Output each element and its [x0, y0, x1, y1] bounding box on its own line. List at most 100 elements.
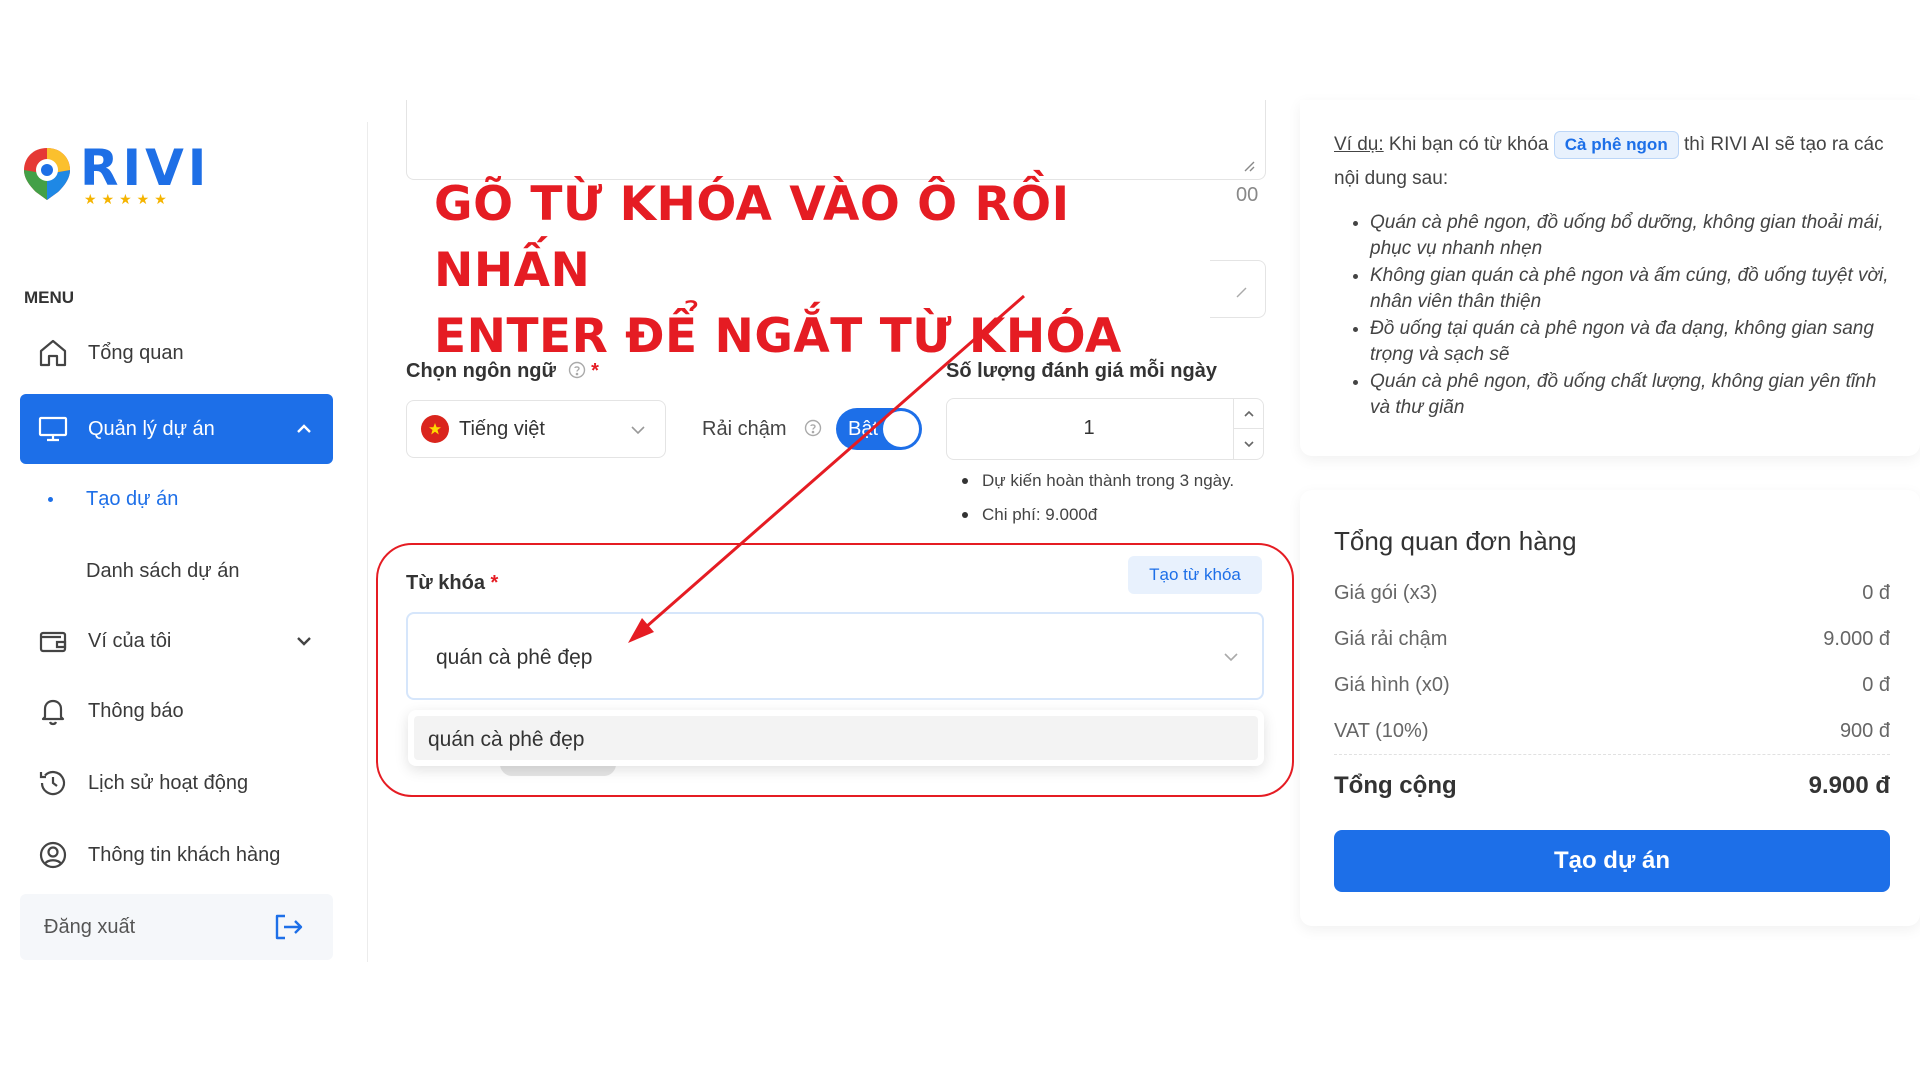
example-prefix: Ví dụ: [1334, 134, 1384, 155]
help-icon[interactable] [568, 361, 586, 379]
order-row-label: Giá rải chậm [1334, 628, 1448, 650]
order-row-value: 9.000 đ [1823, 628, 1890, 650]
keyword-suggestion-option[interactable]: quán cà phê đẹp [414, 716, 1258, 760]
order-title: Tổng quan đơn hàng [1334, 526, 1577, 556]
example-card: Ví dụ: Khi bạn có từ khóa Cà phê ngon th… [1300, 100, 1920, 456]
sidebar-item-notifications[interactable]: Thông báo [20, 684, 333, 738]
keyword-suggestion-dropdown: quán cà phê đẹp [408, 710, 1264, 766]
decrement-button[interactable] [1234, 429, 1263, 459]
qty-note: Dự kiến hoàn thành trong 3 ngày. [962, 468, 1234, 502]
sidebar-item-customer-info[interactable]: Thông tin khách hàng [20, 828, 333, 882]
toggle-knob [883, 411, 919, 447]
example-item: Quán cà phê ngon, đồ uống bổ dưỡng, khôn… [1370, 210, 1890, 262]
chevron-up-icon [1243, 410, 1254, 417]
wallet-icon [36, 624, 70, 658]
instruction-annotation: GÕ TỪ KHÓA VÀO Ô RỒI NHẤN ENTER ĐỂ NGẮT … [434, 172, 1234, 370]
toggle-label: Bật [848, 417, 879, 440]
active-dot-icon [48, 497, 53, 502]
order-row-label: Giá hình (x0) [1334, 674, 1450, 696]
sidebar-item-project-management[interactable]: Quản lý dự án [20, 394, 333, 464]
keyword-input[interactable]: quán cà phê đẹp [406, 612, 1264, 700]
order-total: Tổng cộng 9.900 đ [1334, 772, 1890, 800]
sidebar-item-overview[interactable]: Tổng quan [20, 326, 333, 380]
language-label-text: Chọn ngôn ngữ [406, 360, 556, 382]
bell-icon [36, 694, 70, 728]
vietnam-flag-icon [421, 415, 449, 443]
help-icon[interactable] [804, 419, 822, 437]
create-project-button[interactable]: Tạo dự án [1334, 830, 1890, 892]
chevron-down-icon [1222, 648, 1240, 666]
slow-drip-label: Rải chậm [702, 418, 822, 441]
history-icon [36, 766, 70, 800]
qty-stepper[interactable] [1233, 399, 1263, 459]
home-icon [36, 336, 70, 370]
brand-name: RIVI [80, 139, 211, 197]
order-row-images: Giá hình (x0) 0 đ [1334, 674, 1890, 697]
sidebar-item-label: Quản lý dự án [88, 417, 215, 440]
map-pin-logo-icon [18, 144, 76, 202]
order-row-vat: VAT (10%) 900 đ [1334, 720, 1890, 743]
sidebar-item-label: Tổng quan [88, 341, 184, 364]
order-row-value: 0 đ [1862, 582, 1890, 604]
monitor-icon [36, 412, 70, 446]
language-value: Tiếng việt [459, 417, 545, 440]
example-intro: Ví dụ: Khi bạn có từ khóa Cà phê ngon th… [1334, 128, 1894, 196]
rivi-logo[interactable]: RIVI ★★★★★ [18, 139, 211, 206]
qty-notes: Dự kiến hoàn thành trong 3 ngày. Chi phí… [962, 468, 1234, 536]
annotation-line-1: GÕ TỪ KHÓA VÀO Ô RỒI NHẤN [434, 177, 1070, 298]
daily-review-qty-label: Số lượng đánh giá mỗi ngày [946, 360, 1217, 382]
sidebar-item-label: Lịch sử hoạt động [88, 771, 249, 794]
keyword-label-text: Từ khóa [406, 572, 485, 594]
order-row-value: 0 đ [1862, 674, 1890, 696]
order-row-value: 900 đ [1839, 720, 1890, 742]
resize-handle-icon[interactable] [1235, 285, 1247, 298]
sidebar-item-wallet[interactable]: Ví của tôi [20, 614, 333, 668]
language-select[interactable]: Tiếng việt [406, 400, 666, 458]
keyword-input-value: quán cà phê đẹp [436, 646, 593, 669]
qty-value: 1 [1083, 417, 1095, 439]
language-label: Chọn ngôn ngữ * [406, 360, 599, 383]
logout-button[interactable]: Đăng xuất [20, 894, 333, 960]
logout-label: Đăng xuất [44, 915, 136, 938]
order-total-value: 9.900 đ [1808, 772, 1890, 799]
slow-drip-toggle[interactable]: Bật [836, 408, 922, 450]
example-item: Không gian quán cà phê ngon và ấm cúng, … [1370, 263, 1890, 315]
sidebar-item-label: Thông báo [88, 699, 184, 722]
example-item: Đồ uống tại quán cà phê ngon và đa dạng,… [1370, 316, 1890, 368]
sidebar-subitem-project-list[interactable]: Danh sách dự án [86, 560, 240, 583]
sidebar-subitem-label: Tạo dự án [86, 488, 179, 510]
chevron-down-icon [1243, 441, 1254, 448]
sidebar-subitem-label: Danh sách dự án [86, 560, 240, 582]
example-list: Quán cà phê ngon, đồ uống bổ dưỡng, khôn… [1370, 210, 1890, 422]
chevron-down-icon [629, 421, 647, 439]
generate-keyword-button[interactable]: Tạo từ khóa [1128, 556, 1262, 594]
order-row-package: Giá gói (x3) 0 đ [1334, 582, 1890, 605]
increment-button[interactable] [1234, 399, 1263, 429]
sidebar-item-label: Thông tin khách hàng [88, 843, 281, 866]
menu-title: MENU [24, 288, 75, 307]
example-keyword-chip: Cà phê ngon [1553, 131, 1679, 159]
sidebar: RIVI ★★★★★ MENU Tổng quan Quản lý dự án … [0, 122, 368, 962]
example-item: Quán cà phê ngon, đồ uống chất lượng, kh… [1370, 369, 1890, 421]
order-row-slow-drip: Giá rải chậm 9.000 đ [1334, 628, 1890, 651]
sidebar-subitem-create-project[interactable]: Tạo dự án [48, 488, 179, 511]
user-circle-icon [36, 838, 70, 872]
daily-review-qty-input[interactable]: 1 [946, 398, 1264, 460]
logout-icon [273, 912, 305, 942]
order-divider [1334, 754, 1890, 755]
sidebar-item-label: Ví của tôi [88, 629, 172, 652]
qty-note: Chi phí: 9.000đ [962, 502, 1234, 536]
resize-handle-icon[interactable] [1243, 159, 1255, 172]
required-mark: * [591, 360, 599, 382]
order-row-label: VAT (10%) [1334, 720, 1429, 742]
keyword-label: Từ khóa * [406, 572, 498, 595]
order-row-label: Giá gói (x3) [1334, 582, 1438, 604]
description-textarea[interactable] [406, 100, 1266, 180]
required-mark: * [490, 572, 499, 594]
slow-drip-label-text: Rải chậm [702, 418, 787, 440]
chevron-down-icon [293, 630, 315, 652]
example-text-before: Khi bạn có từ khóa [1383, 134, 1554, 155]
order-summary-card: Tổng quan đơn hàng Giá gói (x3) 0 đ Giá … [1300, 490, 1920, 926]
sidebar-item-activity-history[interactable]: Lịch sử hoạt động [20, 756, 333, 810]
char-counter: 00 [1236, 184, 1259, 206]
